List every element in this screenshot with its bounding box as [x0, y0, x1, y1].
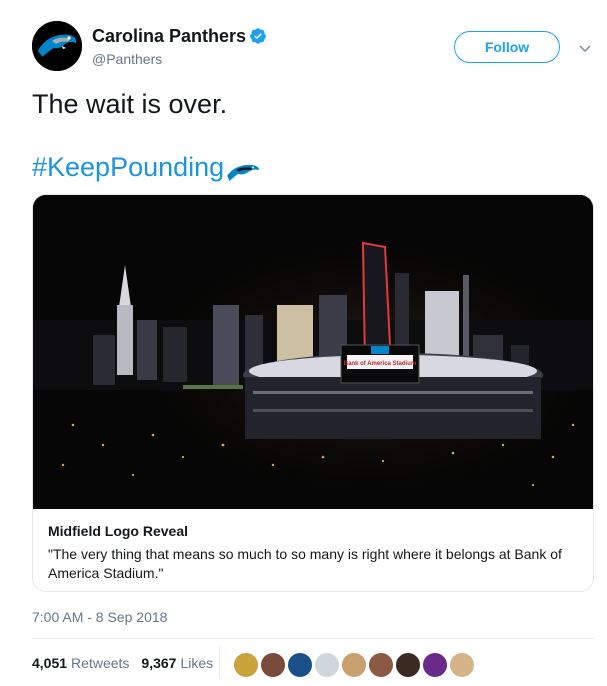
retweets-label[interactable]: Retweets: [71, 655, 129, 671]
card-title[interactable]: Midfield Logo Reveal: [48, 523, 188, 539]
chevron-down-icon[interactable]: [577, 40, 593, 56]
stats-divider: [219, 646, 220, 678]
panthers-logo-icon: [32, 21, 82, 71]
panther-emoji-icon: [226, 158, 260, 181]
profile-avatar[interactable]: [32, 21, 82, 71]
stadium-sign-text: Bank of America Stadium: [344, 361, 416, 367]
liker-avatars: [232, 651, 476, 679]
liker-avatar[interactable]: [286, 651, 314, 679]
verified-badge-icon: [249, 27, 267, 45]
media-card[interactable]: Bank of America Stadium Midfield Logo Re…: [32, 194, 594, 592]
tweet-text: The wait is over.: [32, 89, 228, 119]
liker-avatar[interactable]: [367, 651, 395, 679]
tweet-timestamp[interactable]: 7:00 AM - 8 Sep 2018: [32, 609, 167, 625]
liker-avatar[interactable]: [259, 651, 287, 679]
account-handle[interactable]: @Panthers: [92, 51, 162, 67]
engagement-stats: 4,051 Retweets 9,367 Likes: [32, 655, 225, 671]
liker-avatar[interactable]: [394, 651, 422, 679]
card-video-thumbnail[interactable]: Bank of America Stadium: [33, 195, 593, 509]
card-description: "The very thing that means so much to so…: [48, 546, 562, 581]
divider: [32, 638, 594, 639]
liker-avatar[interactable]: [448, 651, 476, 679]
liker-avatar[interactable]: [232, 651, 260, 679]
retweets-count[interactable]: 4,051: [32, 655, 67, 671]
liker-avatar[interactable]: [340, 651, 368, 679]
account-name[interactable]: Carolina Panthers: [92, 26, 246, 47]
hashtag-link[interactable]: #KeepPounding: [32, 152, 260, 183]
likes-label[interactable]: Likes: [180, 655, 213, 671]
liker-avatar[interactable]: [421, 651, 449, 679]
follow-button[interactable]: Follow: [454, 31, 560, 63]
likes-count[interactable]: 9,367: [141, 655, 176, 671]
liker-avatar[interactable]: [313, 651, 341, 679]
hashtag-text[interactable]: #KeepPounding: [32, 152, 224, 183]
